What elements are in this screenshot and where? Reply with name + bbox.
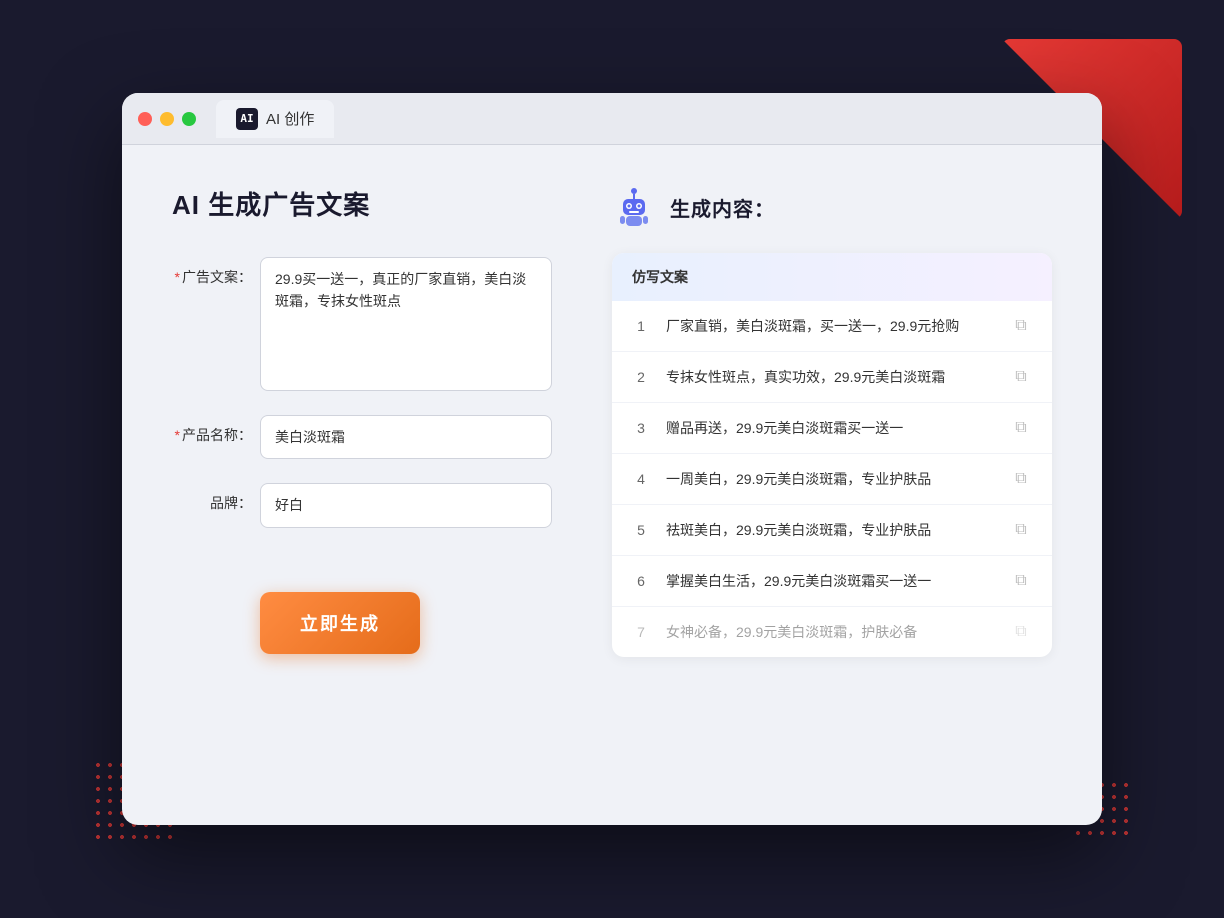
browser-window: AI AI 创作 AI 生成广告文案 *广告文案： 29.9买一送一，真正的厂家…: [122, 93, 1102, 825]
required-star-1: *: [175, 269, 180, 285]
ad-copy-input[interactable]: 29.9买一送一，真正的厂家直销，美白淡斑霜，专抹女性斑点: [260, 257, 552, 391]
copy-icon-6[interactable]: ⧉: [1010, 570, 1032, 592]
product-name-row: *产品名称：: [172, 415, 552, 459]
brand-input[interactable]: [260, 483, 552, 527]
brand-label: 品牌：: [172, 483, 252, 513]
product-name-label: *产品名称：: [172, 415, 252, 445]
ai-create-tab[interactable]: AI AI 创作: [216, 100, 334, 138]
traffic-lights: [138, 112, 196, 126]
row-number-4: 4: [632, 471, 650, 487]
copy-icon-4[interactable]: ⧉: [1010, 468, 1032, 490]
left-panel: AI 生成广告文案 *广告文案： 29.9买一送一，真正的厂家直销，美白淡斑霜，…: [172, 185, 552, 785]
product-name-input[interactable]: [260, 415, 552, 459]
row-number-2: 2: [632, 369, 650, 385]
result-row: 3 赠品再送，29.9元美白淡斑霜买一送一 ⧉: [612, 403, 1052, 454]
result-row: 2 专抹女性斑点，真实功效，29.9元美白淡斑霜 ⧉: [612, 352, 1052, 403]
required-star-2: *: [175, 427, 180, 443]
copy-icon-7[interactable]: ⧉: [1010, 621, 1032, 643]
title-bar: AI AI 创作: [122, 93, 1102, 145]
row-text-2: 专抹女性斑点，真实功效，29.9元美白淡斑霜: [666, 367, 994, 388]
tab-icon: AI: [236, 108, 258, 130]
row-text-1: 厂家直销，美白淡斑霜，买一送一，29.9元抢购: [666, 316, 994, 337]
tab-label: AI 创作: [266, 108, 314, 129]
copy-icon-1[interactable]: ⧉: [1010, 315, 1032, 337]
copy-icon-5[interactable]: ⧉: [1010, 519, 1032, 541]
close-button[interactable]: [138, 112, 152, 126]
row-number-6: 6: [632, 573, 650, 589]
result-row: 4 一周美白，29.9元美白淡斑霜，专业护肤品 ⧉: [612, 454, 1052, 505]
row-text-6: 掌握美白生活，29.9元美白淡斑霜买一送一: [666, 571, 994, 592]
result-row: 5 祛斑美白，29.9元美白淡斑霜，专业护肤品 ⧉: [612, 505, 1052, 556]
maximize-button[interactable]: [182, 112, 196, 126]
copy-icon-3[interactable]: ⧉: [1010, 417, 1032, 439]
right-panel: 生成内容： 仿写文案 1 厂家直销，美白淡斑霜，买一送一，29.9元抢购 ⧉ 2…: [612, 185, 1052, 785]
right-header: 生成内容：: [612, 185, 1052, 229]
row-text-3: 赠品再送，29.9元美白淡斑霜买一送一: [666, 418, 994, 439]
content-area: AI 生成广告文案 *广告文案： 29.9买一送一，真正的厂家直销，美白淡斑霜，…: [122, 145, 1102, 825]
brand-field: 品牌：: [172, 483, 552, 527]
result-row: 1 厂家直销，美白淡斑霜，买一送一，29.9元抢购 ⧉: [612, 301, 1052, 352]
product-name-field: *产品名称：: [172, 415, 552, 459]
results-header: 仿写文案: [612, 253, 1052, 301]
row-text-5: 祛斑美白，29.9元美白淡斑霜，专业护肤品: [666, 520, 994, 541]
row-number-1: 1: [632, 318, 650, 334]
row-text-4: 一周美白，29.9元美白淡斑霜，专业护肤品: [666, 469, 994, 490]
right-title: 生成内容：: [670, 193, 775, 222]
results-container: 仿写文案 1 厂家直销，美白淡斑霜，买一送一，29.9元抢购 ⧉ 2 专抹女性斑…: [612, 253, 1052, 657]
result-row: 7 女神必备，29.9元美白淡斑霜，护肤必备 ⧉: [612, 607, 1052, 657]
ad-copy-label: *广告文案：: [172, 257, 252, 287]
minimize-button[interactable]: [160, 112, 174, 126]
copy-icon-2[interactable]: ⧉: [1010, 366, 1032, 388]
row-number-7: 7: [632, 624, 650, 640]
row-number-3: 3: [632, 420, 650, 436]
brand-row: 品牌：: [172, 483, 552, 527]
page-title: AI 生成广告文案: [172, 185, 552, 222]
row-text-7: 女神必备，29.9元美白淡斑霜，护肤必备: [666, 622, 994, 643]
result-row: 6 掌握美白生活，29.9元美白淡斑霜买一送一 ⧉: [612, 556, 1052, 607]
row-number-5: 5: [632, 522, 650, 538]
ad-copy-row: *广告文案： 29.9买一送一，真正的厂家直销，美白淡斑霜，专抹女性斑点: [172, 257, 552, 391]
robot-icon: [612, 185, 656, 229]
ad-copy-field: *广告文案： 29.9买一送一，真正的厂家直销，美白淡斑霜，专抹女性斑点: [172, 257, 552, 391]
generate-button[interactable]: 立即生成: [260, 592, 420, 654]
